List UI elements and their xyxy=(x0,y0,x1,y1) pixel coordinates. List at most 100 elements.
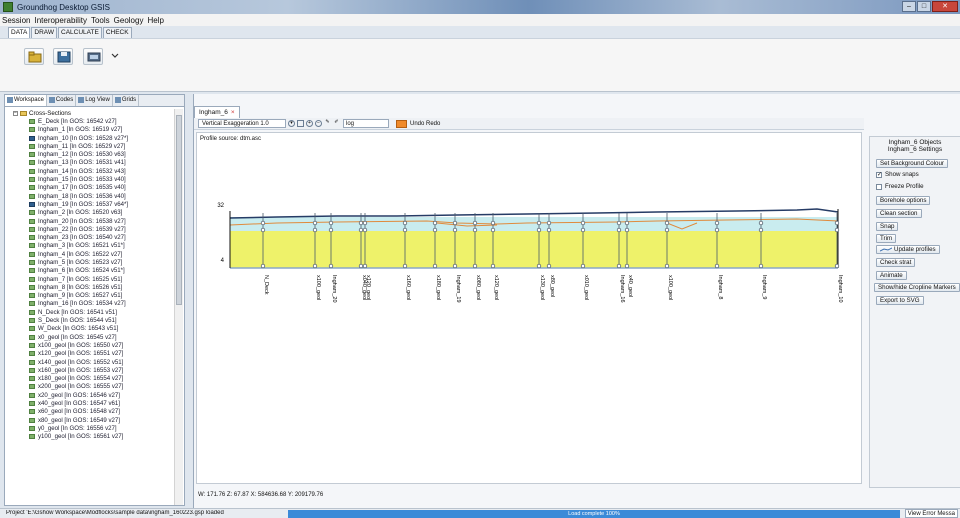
freeze-profile-checkbox[interactable]: Freeze Profile xyxy=(876,183,924,190)
collapse-icon[interactable]: − xyxy=(13,110,18,116)
borehole-contact-marker[interactable] xyxy=(546,227,552,233)
tree-item[interactable]: x60_geol [In GOS: 16548 v27] xyxy=(13,408,175,416)
tree-item[interactable]: E_Deck [In GOS: 16542 v27] xyxy=(13,117,175,125)
borehole-contact-marker[interactable] xyxy=(758,220,764,226)
borehole-contact-marker[interactable] xyxy=(452,227,458,233)
borehole-contact-marker[interactable] xyxy=(328,263,334,269)
tree-item[interactable]: Ingham_15 [In GOS: 16533 v40] xyxy=(13,175,175,183)
tree-item[interactable]: Ingham_16 [In GOS: 16534 v27] xyxy=(13,300,175,308)
tab-log-view[interactable]: Log View xyxy=(76,95,113,106)
borehole-contact-marker[interactable] xyxy=(358,227,364,233)
borehole-contact-marker[interactable] xyxy=(536,220,542,226)
borehole-contact-marker[interactable] xyxy=(834,263,840,269)
borehole-contact-marker[interactable] xyxy=(714,263,720,269)
borehole-contact-marker[interactable] xyxy=(312,227,318,233)
tree-item[interactable]: x100_geol [In GOS: 16550 v27] xyxy=(13,341,175,349)
borehole-contact-marker[interactable] xyxy=(328,220,334,226)
tree-item[interactable]: S_Deck [In GOS: 16544 v51] xyxy=(13,316,175,324)
scrollbar-thumb[interactable] xyxy=(176,115,182,305)
tab-workspace[interactable]: Workspace xyxy=(5,95,47,106)
tree-item[interactable]: x160_geol [In GOS: 16553 v27] xyxy=(13,366,175,374)
tree-item[interactable]: Ingham_1 [In GOS: 16519 v27] xyxy=(13,126,175,134)
close-tab-icon[interactable]: × xyxy=(231,109,235,116)
tree-item[interactable]: x80_geol [In GOS: 16549 v27] xyxy=(13,416,175,424)
borehole-contact-marker[interactable] xyxy=(452,220,458,226)
tree-item[interactable]: Ingham_8 [In GOS: 16526 v51] xyxy=(13,283,175,291)
borehole-contact-marker[interactable] xyxy=(616,263,622,269)
update-profiles-button[interactable]: Update profiles xyxy=(876,245,940,254)
zoom-out-icon[interactable]: − xyxy=(315,120,322,127)
borehole-contact-marker[interactable] xyxy=(472,227,478,233)
tree-item[interactable]: Ingham_19 [In GOS: 16537 v64*] xyxy=(13,200,175,208)
borehole-contact-marker[interactable] xyxy=(312,263,318,269)
menu-geology[interactable]: Geology xyxy=(114,16,144,25)
borehole-contact-marker[interactable] xyxy=(328,227,334,233)
pencil-icon[interactable]: ✎ xyxy=(324,120,331,127)
borehole-contact-marker[interactable] xyxy=(402,220,408,226)
tree-item[interactable]: Ingham_23 [In GOS: 16540 v27] xyxy=(13,233,175,241)
borehole-contact-marker[interactable] xyxy=(758,227,764,233)
borehole-contact-marker[interactable] xyxy=(432,227,438,233)
borehole-contact-marker[interactable] xyxy=(358,263,364,269)
tree-item[interactable]: x0_geol [In GOS: 16545 v27] xyxy=(13,333,175,341)
borehole-contact-marker[interactable] xyxy=(624,227,630,233)
cross-section-plot[interactable]: 32 4 N_Deck x100_geol Ingham_20 x040_geolx1… xyxy=(197,133,861,483)
maximize-button[interactable]: □ xyxy=(917,1,931,12)
zoom-fit-icon[interactable]: ▾ xyxy=(288,120,295,127)
close-button[interactable]: ✕ xyxy=(932,1,958,12)
borehole-contact-marker[interactable] xyxy=(580,263,586,269)
zoom-in-icon[interactable]: + xyxy=(306,120,313,127)
borehole-contact-marker[interactable] xyxy=(546,220,552,226)
borehole-contact-marker[interactable] xyxy=(580,227,586,233)
tree-item[interactable]: Ingham_6 [In GOS: 16524 v51*] xyxy=(13,267,175,275)
borehole-contact-marker[interactable] xyxy=(834,227,840,233)
borehole-contact-marker[interactable] xyxy=(432,220,438,226)
menu-interoperability[interactable]: Interoperability xyxy=(34,16,86,25)
menu-help[interactable]: Help xyxy=(147,16,163,25)
undo-redo-swatch[interactable] xyxy=(396,119,407,128)
tree-scrollbar[interactable] xyxy=(174,109,183,505)
tab-codes[interactable]: Codes xyxy=(47,95,77,106)
borehole-contact-marker[interactable] xyxy=(260,263,266,269)
tree-item[interactable]: Ingham_2 [In GOS: 16520 v63] xyxy=(13,209,175,217)
tab-calculate[interactable]: CALCULATE xyxy=(58,27,102,38)
cross-section-canvas[interactable]: Profile source: dtm.asc 32 4 N_Deck x100_… xyxy=(196,132,862,484)
borehole-contact-marker[interactable] xyxy=(490,227,496,233)
borehole-contact-marker[interactable] xyxy=(260,227,266,233)
borehole-contact-marker[interactable] xyxy=(490,220,496,226)
borehole-contact-marker[interactable] xyxy=(432,263,438,269)
animate-button[interactable]: Animate xyxy=(876,271,907,280)
borehole-contact-marker[interactable] xyxy=(472,220,478,226)
tree-root-cross-sections[interactable]: − Cross-Sections xyxy=(13,109,175,117)
tree-item[interactable]: Ingham_7 [In GOS: 16525 v51] xyxy=(13,275,175,283)
borehole-contact-marker[interactable] xyxy=(362,263,368,269)
borehole-contact-marker[interactable] xyxy=(616,220,622,226)
menu-tools[interactable]: Tools xyxy=(91,16,110,25)
tab-ingham-6[interactable]: Ingham_6 × xyxy=(194,106,240,118)
borehole-contact-marker[interactable] xyxy=(580,220,586,226)
tree-item[interactable]: x140_geol [In GOS: 16552 v51] xyxy=(13,358,175,366)
tree-item[interactable]: Ingham_11 [In GOS: 16529 v27] xyxy=(13,142,175,150)
tree-item[interactable]: Ingham_4 [In GOS: 16522 v27] xyxy=(13,250,175,258)
borehole-contact-marker[interactable] xyxy=(402,263,408,269)
tree-item[interactable]: x200_geol [In GOS: 16555 v27] xyxy=(13,383,175,391)
borehole-contact-marker[interactable] xyxy=(714,220,720,226)
borehole-contact-marker[interactable] xyxy=(402,227,408,233)
tree-item[interactable]: Ingham_5 [In GOS: 16523 v27] xyxy=(13,258,175,266)
tree-item[interactable]: Ingham_22 [In GOS: 16539 v27] xyxy=(13,225,175,233)
tree-item[interactable]: Ingham_18 [In GOS: 16536 v40] xyxy=(13,192,175,200)
borehole-contact-marker[interactable] xyxy=(664,220,670,226)
borehole-contact-marker[interactable] xyxy=(472,263,478,269)
tree-item[interactable]: Ingham_12 [In GOS: 16530 v63] xyxy=(13,150,175,158)
export-svg-button[interactable]: Export to SVG xyxy=(876,296,924,305)
tree-item[interactable]: Ingham_10 [In GOS: 16528 v27*] xyxy=(13,134,175,142)
borehole-contact-marker[interactable] xyxy=(664,263,670,269)
show-snaps-checkbox[interactable]: ✓ Show snaps xyxy=(876,171,919,178)
open-folder-button[interactable] xyxy=(24,48,44,65)
borehole-contact-marker[interactable] xyxy=(546,263,552,269)
borehole-contact-marker[interactable] xyxy=(714,227,720,233)
zoom-box-icon[interactable] xyxy=(297,120,304,127)
brush-icon[interactable]: ✐ xyxy=(333,120,340,127)
tree-item[interactable]: Ingham_20 [In GOS: 16538 v27] xyxy=(13,217,175,225)
borehole-contact-marker[interactable] xyxy=(624,263,630,269)
